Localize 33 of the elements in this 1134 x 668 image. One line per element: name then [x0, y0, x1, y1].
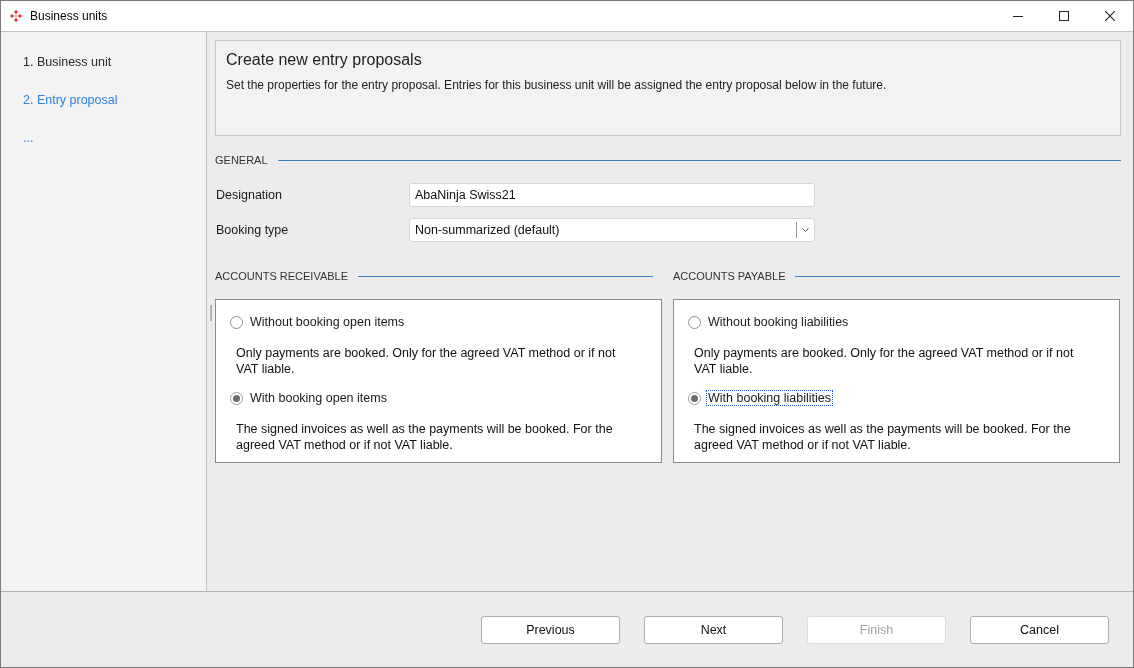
maximize-icon [1059, 11, 1069, 21]
panel-description: Set the properties for the entry proposal. Entries for this business unit will be assigned the entry proposal below in the future. [226, 77, 888, 93]
field-label: Booking type [215, 223, 290, 237]
radio-label[interactable]: With booking open items [248, 390, 389, 406]
section-heading: ACCOUNTS RECEIVABLE [215, 269, 350, 283]
radio-button[interactable] [688, 315, 701, 329]
radio-button[interactable] [688, 391, 701, 405]
option-description: Only payments are booked. Only for the agreed VAT method or if not VAT liable. [236, 345, 617, 377]
minimize-icon [1013, 15, 1023, 17]
radio-button[interactable] [230, 391, 243, 405]
app-logo-icon [10, 10, 22, 22]
step-link[interactable]: 1. Business unit [23, 54, 112, 70]
option-description: The signed invoices as well as the payments will be booked. For the agreed VAT method or if not VAT liable. [694, 421, 1072, 453]
radio-button[interactable] [230, 315, 243, 329]
radio-label[interactable]: With booking liabilities [706, 390, 833, 406]
panel-title: Create new entry proposals [226, 50, 423, 70]
dropdown[interactable]: Non-summarized (default) [409, 218, 815, 242]
step-link[interactable]: 2. Entry proposal [23, 92, 118, 108]
more-steps: ... [23, 130, 34, 146]
chevron-down-icon [802, 228, 809, 232]
field-label: Designation [215, 188, 283, 202]
option-description: The signed invoices as well as the payments will be booked. For the agreed VAT method or if not VAT liable. [236, 421, 614, 453]
section-heading: ACCOUNTS PAYABLE [673, 269, 787, 283]
option-description: Only payments are booked. Only for the agreed VAT method or if not VAT liable. [694, 345, 1075, 377]
radio-label[interactable]: Without booking liabilities [706, 314, 851, 330]
wizard-button[interactable]: Cancel [970, 615, 1109, 644]
close-icon [1105, 11, 1115, 21]
wizard-button[interactable]: Next [644, 615, 783, 644]
section-heading: GENERAL [215, 153, 269, 167]
wizard-button[interactable]: Previous [481, 615, 620, 644]
window-title: Business units [30, 9, 108, 23]
radio-label[interactable]: Without booking open items [248, 314, 407, 330]
text-field[interactable]: AbaNinja Swiss21 [409, 183, 815, 207]
